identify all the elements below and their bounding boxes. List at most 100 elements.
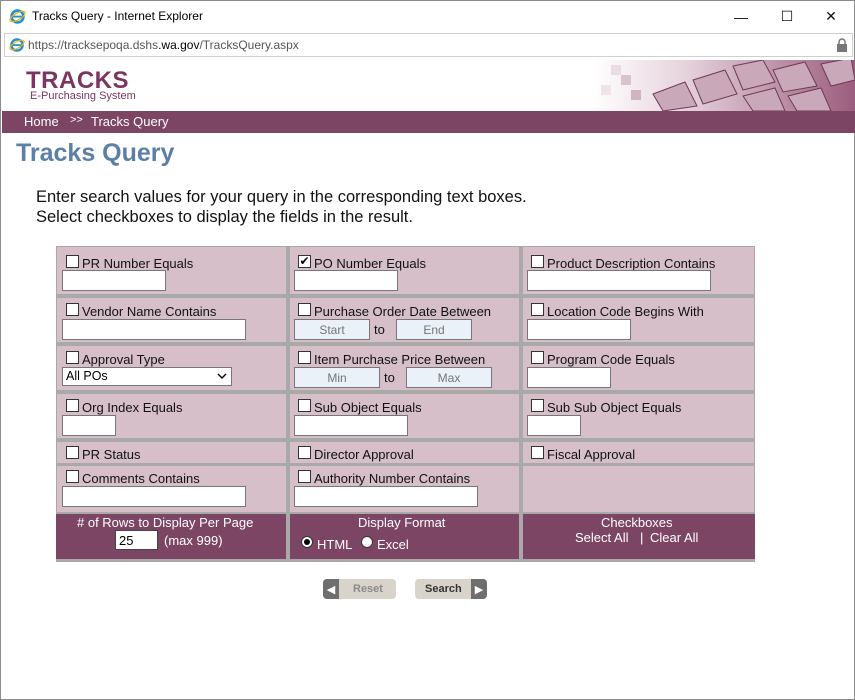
po-date-end-input[interactable] [396,319,472,340]
pr-status-label: PR Status [82,447,141,462]
product-description-cell: Product Description Contains [523,247,754,294]
sub-sub-object-label: Sub Sub Object Equals [547,400,682,415]
checkboxes-panel: Checkboxes Select All | Clear All [523,514,755,559]
chevron-left-icon: ◀ [323,579,339,599]
po-date-to-label: to [374,322,385,337]
fiscal-approval-checkbox[interactable] [531,446,544,459]
item-price-min-input[interactable] [294,367,380,388]
breadcrumb-home-link[interactable]: Home [24,114,59,129]
po-number-cell: ✔ PO Number Equals [290,247,519,294]
org-index-checkbox[interactable] [66,399,79,412]
search-button-label: Search [425,583,462,595]
vendor-name-cell: Vendor Name Contains [57,298,286,342]
product-description-label: Product Description Contains [547,256,716,271]
internet-explorer-icon [9,9,26,24]
item-price-checkbox[interactable] [298,351,311,364]
sub-object-cell: Sub Object Equals [290,394,519,438]
search-button[interactable]: Search ▶ [415,579,487,599]
display-format-label: Display Format [358,515,446,530]
approval-type-checkbox[interactable] [66,351,79,364]
program-code-cell: Program Code Equals [523,346,754,390]
links-divider: | [640,530,644,545]
keyboard-banner-image [593,60,855,111]
sub-sub-object-checkbox[interactable] [531,399,544,412]
lock-icon[interactable] [836,38,848,52]
fiscal-approval-label: Fiscal Approval [547,447,636,462]
pr-number-label: PR Number Equals [82,256,194,271]
authority-number-checkbox[interactable] [298,470,311,483]
select-all-link[interactable]: Select All [575,530,628,545]
sub-object-input[interactable] [294,415,408,436]
site-banner: TRACKS E-Purchasing System [2,60,855,111]
item-price-max-input[interactable] [406,367,492,388]
item-price-to-label: to [384,370,395,385]
chevron-down-icon [217,373,227,379]
approval-type-selected: All POs [66,369,108,383]
address-bar[interactable]: https://tracksepoqa.dshs.wa.gov/TracksQu… [4,33,853,57]
url-text[interactable]: https://tracksepoqa.dshs.wa.gov/TracksQu… [28,38,299,52]
format-html-label[interactable]: HTML [317,537,352,552]
fiscal-approval-cell: Fiscal Approval [523,442,754,463]
rows-max-label: (max 999) [164,533,223,548]
query-form-grid: PR Number Equals ✔ PO Number Equals Prod… [56,246,755,562]
po-number-input[interactable] [294,270,398,291]
director-approval-checkbox[interactable] [298,446,311,459]
title-bar: Tracks Query - Internet Explorer — ☐ ✕ [1,1,854,32]
po-date-start-input[interactable] [294,319,370,340]
format-excel-radio[interactable] [361,536,373,548]
director-approval-cell: Director Approval [290,442,519,463]
comments-checkbox[interactable] [66,470,79,483]
page-title: Tracks Query [16,139,175,167]
approval-type-cell: Approval Type All POs [57,346,286,390]
vendor-name-input[interactable] [62,319,246,340]
po-date-checkbox[interactable] [298,303,311,316]
org-index-label: Org Index Equals [82,400,183,415]
instructions: Enter search values for your query in th… [36,187,527,227]
maximize-button[interactable]: ☐ [764,1,810,32]
approval-type-label: Approval Type [82,352,165,367]
pr-status-checkbox[interactable] [66,446,79,459]
po-number-checkbox[interactable]: ✔ [298,255,311,268]
approval-type-select[interactable]: All POs [62,367,232,386]
rows-per-page-label: # of Rows to Display Per Page [77,515,254,530]
sub-object-label: Sub Object Equals [314,400,422,415]
location-code-input[interactable] [527,319,631,340]
display-format-panel: Display Format HTML Excel [290,514,519,559]
format-html-radio[interactable] [301,536,313,548]
authority-number-input[interactable] [294,486,478,507]
sub-object-checkbox[interactable] [298,399,311,412]
close-button[interactable]: ✕ [808,1,854,32]
rows-per-page-input[interactable] [115,530,158,550]
breadcrumb-current: Tracks Query [91,114,169,129]
location-code-cell: Location Code Begins With [523,298,754,342]
vendor-name-checkbox[interactable] [66,303,79,316]
location-code-label: Location Code Begins With [547,304,704,319]
browser-window: Tracks Query - Internet Explorer — ☐ ✕ h… [0,0,855,700]
format-excel-label[interactable]: Excel [377,537,409,552]
program-code-checkbox[interactable] [531,351,544,364]
reset-button-label: Reset [353,583,383,595]
rows-per-page-panel: # of Rows to Display Per Page (max 999) [56,514,286,559]
sub-sub-object-input[interactable] [527,415,581,436]
checkboxes-label: Checkboxes [601,515,673,530]
comments-cell: Comments Contains [57,466,286,512]
minimize-button[interactable]: — [718,1,764,32]
org-index-input[interactable] [62,415,116,436]
reset-button[interactable]: ◀ Reset [323,579,396,599]
location-code-checkbox[interactable] [531,303,544,316]
pr-number-input[interactable] [62,270,166,291]
chevron-right-icon: ▶ [471,579,487,599]
product-description-checkbox[interactable] [531,255,544,268]
pr-number-checkbox[interactable] [66,255,79,268]
comments-input[interactable] [62,486,246,507]
instructions-line-1: Enter search values for your query in th… [36,188,527,206]
product-description-input[interactable] [527,270,711,291]
clear-all-link[interactable]: Clear All [650,530,698,545]
vendor-name-label: Vendor Name Contains [82,304,217,319]
item-price-cell: Item Purchase Price Between to [290,346,519,390]
program-code-input[interactable] [527,367,611,388]
empty-cell [523,466,754,512]
logo-subtitle: E-Purchasing System [30,90,136,102]
authority-number-label: Authority Number Contains [314,471,471,486]
director-approval-label: Director Approval [314,447,414,462]
